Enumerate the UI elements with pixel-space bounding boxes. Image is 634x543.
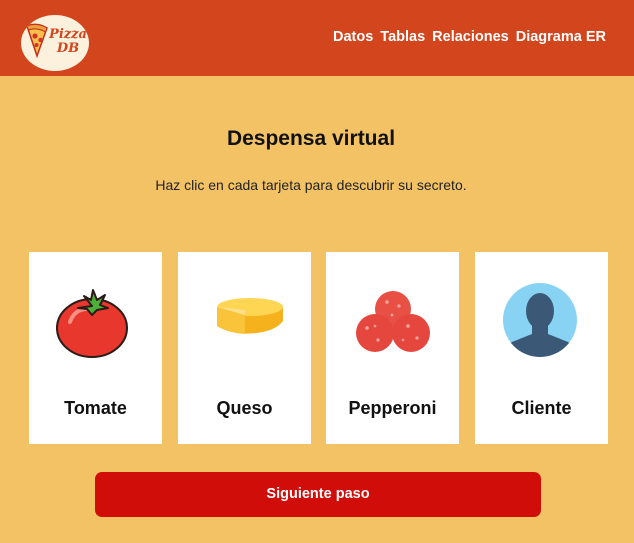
tomato-icon (55, 289, 128, 358)
card-image (475, 282, 608, 362)
card-image (29, 282, 162, 362)
card-image (326, 282, 459, 362)
nav-link-diagrama-er[interactable]: Diagrama ER (516, 29, 606, 45)
nav-link-tablas[interactable]: Tablas (380, 29, 425, 45)
nav-link-datos[interactable]: Datos (333, 29, 373, 45)
card-label: Tomate (64, 398, 127, 418)
card-queso[interactable]: Queso (178, 252, 311, 444)
page-title: Despensa virtual (226, 127, 396, 150)
logo-text-line2: DB (56, 41, 80, 56)
card-label: Queso (216, 398, 273, 418)
card-label: Pepperoni (348, 398, 437, 418)
logo-text: Pizza DB (49, 28, 87, 56)
card-tomate[interactable]: Tomate (29, 252, 162, 444)
nav-link-relaciones[interactable]: Relaciones (432, 29, 509, 45)
card-label: Cliente (511, 398, 572, 418)
top-header: Pizza DB Datos Tablas Relaciones Diagram… (0, 0, 634, 76)
cheese-icon (216, 298, 283, 334)
card-pepperoni[interactable]: Pepperoni (326, 252, 459, 444)
card-cliente[interactable]: Cliente (475, 252, 608, 444)
user-avatar-icon (502, 283, 577, 357)
card-image (178, 282, 311, 362)
main-nav: Datos Tablas Relaciones Diagrama ER (333, 29, 606, 45)
pepperoni-icon (355, 291, 430, 352)
pizza-db-logo[interactable]: Pizza DB (21, 15, 89, 71)
page-subtitle: Haz clic en cada tarjeta para descubrir … (155, 177, 467, 193)
logo-text-line1: Pizza (49, 27, 87, 42)
next-step-button[interactable]: Siguiente paso (95, 472, 541, 517)
